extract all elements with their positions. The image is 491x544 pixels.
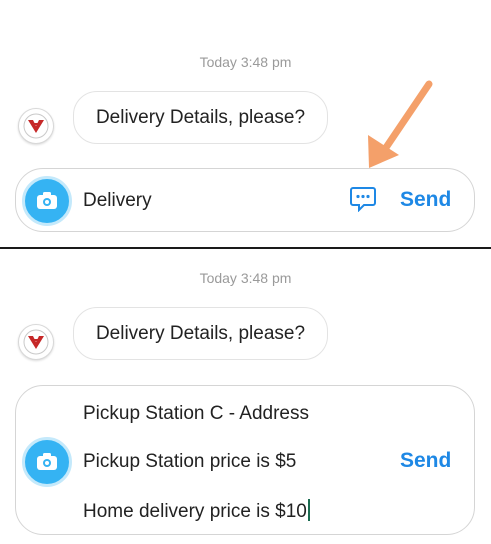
input-line: Pickup Station C - Address (83, 403, 309, 424)
message-composer-expanded: Pickup Station C - Address Pickup Statio… (15, 385, 475, 535)
input-line: Home delivery price is $10 (83, 501, 307, 522)
message-timestamp: Today 3:48 pm (199, 54, 292, 70)
message-timestamp: Today 3:48 pm (199, 270, 292, 286)
send-button[interactable]: Send (400, 188, 451, 212)
section-divider (0, 247, 491, 249)
message-text: Delivery Details, please? (95, 322, 306, 344)
input-line-with-caret: Home delivery price is $10 (83, 499, 310, 523)
send-button[interactable]: Send (400, 449, 451, 473)
camera-icon (37, 453, 57, 470)
chat-panel-before: Today 3:48 pm Delivery Details, please? … (0, 0, 491, 246)
brand-logo-icon (23, 113, 49, 139)
brand-avatar (18, 108, 54, 144)
message-text: Delivery Details, please? (95, 106, 306, 128)
camera-button[interactable] (22, 176, 72, 226)
camera-icon (37, 192, 57, 209)
message-input[interactable]: Delivery (83, 190, 152, 212)
annotation-arrow-icon (368, 80, 433, 168)
chat-panel-after: Today 3:48 pm Delivery Details, please? … (0, 250, 491, 544)
incoming-message-bubble: Delivery Details, please? (73, 91, 328, 144)
text-caret (307, 499, 310, 521)
quick-replies-button[interactable] (349, 186, 377, 217)
chat-bubble-dots-icon (350, 187, 376, 213)
brand-logo-icon (23, 329, 49, 355)
camera-button[interactable] (22, 437, 72, 487)
incoming-message-bubble: Delivery Details, please? (73, 307, 328, 360)
brand-avatar (18, 324, 54, 360)
input-line: Pickup Station price is $5 (83, 451, 297, 472)
